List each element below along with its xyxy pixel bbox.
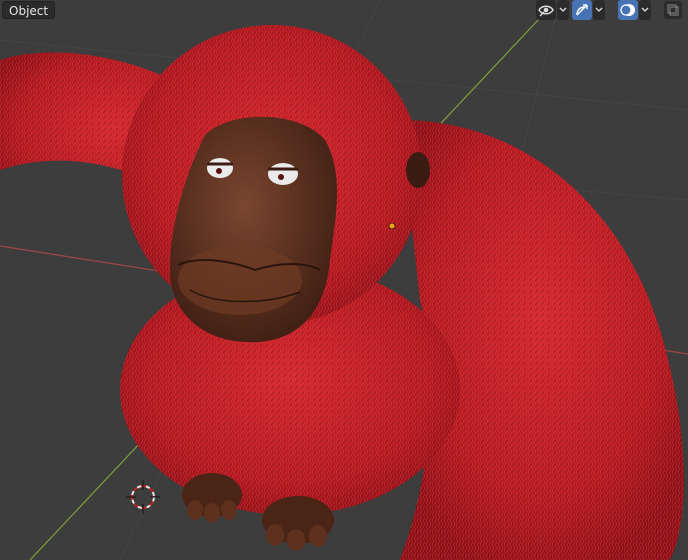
chevron-down-icon[interactable] bbox=[593, 0, 605, 20]
gizmo-group bbox=[572, 0, 605, 20]
eye-icon[interactable] bbox=[536, 0, 556, 20]
xray-icon[interactable] bbox=[664, 1, 682, 19]
3d-viewport[interactable]: Object bbox=[0, 0, 688, 560]
right-eye bbox=[268, 163, 298, 185]
overlay-icon[interactable] bbox=[618, 0, 638, 20]
left-eye bbox=[207, 158, 233, 178]
left-foot bbox=[182, 473, 242, 523]
chevron-down-icon[interactable] bbox=[639, 0, 651, 20]
object-mode-dropdown[interactable]: Object bbox=[2, 1, 56, 19]
gizmo-icon[interactable] bbox=[572, 0, 592, 20]
right-foot bbox=[262, 496, 334, 551]
viewport-scene bbox=[0, 0, 688, 560]
object-origin bbox=[388, 222, 396, 230]
visibility-group bbox=[536, 0, 569, 20]
overlay-group bbox=[618, 0, 651, 20]
chevron-down-icon[interactable] bbox=[557, 0, 569, 20]
ear bbox=[406, 152, 430, 188]
